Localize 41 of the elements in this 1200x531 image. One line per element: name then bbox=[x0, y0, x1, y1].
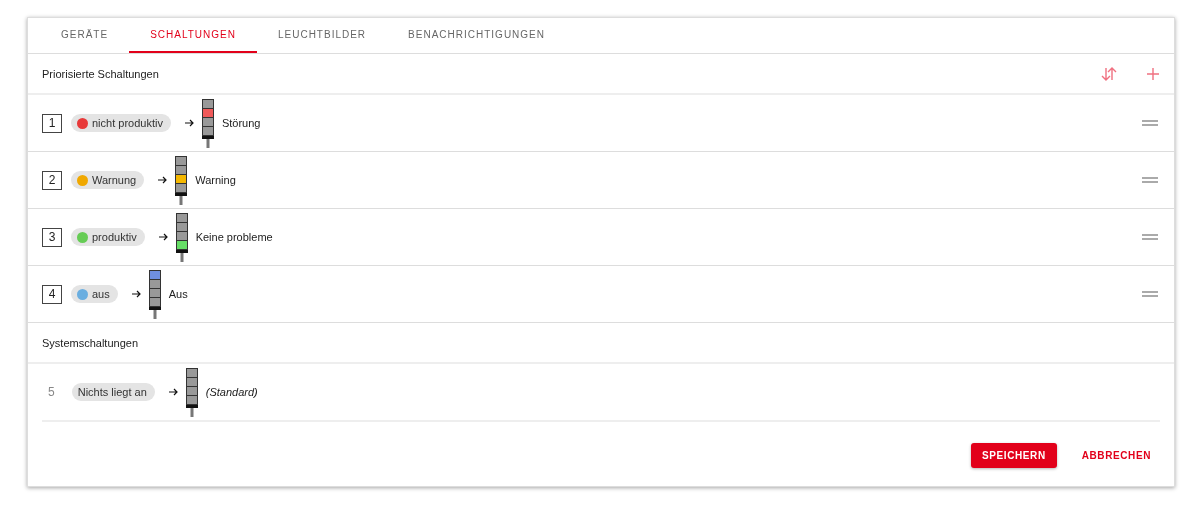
section-title: Systemschaltungen bbox=[42, 336, 139, 349]
light-pattern-label: Keine probleme bbox=[195, 231, 273, 243]
state-label: aus bbox=[92, 288, 110, 300]
light-pattern-label: Aus bbox=[168, 288, 188, 300]
tab[interactable]: GERÄTE bbox=[40, 18, 130, 53]
state-label: Warnung bbox=[92, 174, 137, 186]
state-label: nicht produktiv bbox=[92, 117, 163, 129]
drag-handle-icon[interactable] bbox=[1142, 234, 1158, 240]
state-label: Nichts liegt an bbox=[77, 386, 147, 398]
arrow-icon bbox=[184, 119, 194, 127]
priority-number: 3 bbox=[42, 227, 62, 247]
tab[interactable]: BENACHRICHTIGUNGEN bbox=[387, 18, 566, 53]
signal-tower-icon bbox=[175, 155, 188, 205]
add-button[interactable] bbox=[1146, 66, 1160, 81]
light-pattern-label: Störung bbox=[221, 117, 261, 129]
signal-tower-icon bbox=[185, 367, 198, 417]
tab[interactable]: SCHALTUNGEN bbox=[129, 18, 257, 53]
sort-button[interactable] bbox=[1100, 66, 1118, 81]
cancel-button[interactable]: ABBRECHEN bbox=[1070, 443, 1162, 468]
drag-handle-icon[interactable] bbox=[1142, 120, 1158, 126]
save-button[interactable]: SPEICHERN bbox=[970, 443, 1057, 468]
plus-icon bbox=[1146, 66, 1160, 81]
arrow-icon bbox=[168, 388, 178, 396]
priority-number: 1 bbox=[42, 113, 62, 133]
light-pattern-label: Warning bbox=[195, 174, 236, 186]
drag-handle-icon[interactable] bbox=[1142, 177, 1158, 183]
tab[interactable]: LEUCHTBILDER bbox=[256, 18, 388, 53]
priority-number: 2 bbox=[42, 170, 62, 190]
state-label: produktiv bbox=[92, 231, 137, 243]
priority-number: 4 bbox=[42, 284, 62, 304]
signal-tower-icon bbox=[148, 269, 161, 319]
arrow-icon bbox=[158, 176, 168, 184]
signal-tower-icon bbox=[175, 212, 188, 262]
priority-number: 5 bbox=[48, 384, 55, 401]
arrow-icon bbox=[131, 290, 141, 298]
light-pattern-label: (Standard) bbox=[205, 386, 258, 398]
sort-icon bbox=[1100, 66, 1118, 81]
arrow-icon bbox=[158, 233, 168, 241]
signal-tower-icon bbox=[201, 98, 214, 148]
drag-handle-icon[interactable] bbox=[1142, 291, 1158, 297]
section-title: Priorisierte Schaltungen bbox=[42, 67, 160, 80]
